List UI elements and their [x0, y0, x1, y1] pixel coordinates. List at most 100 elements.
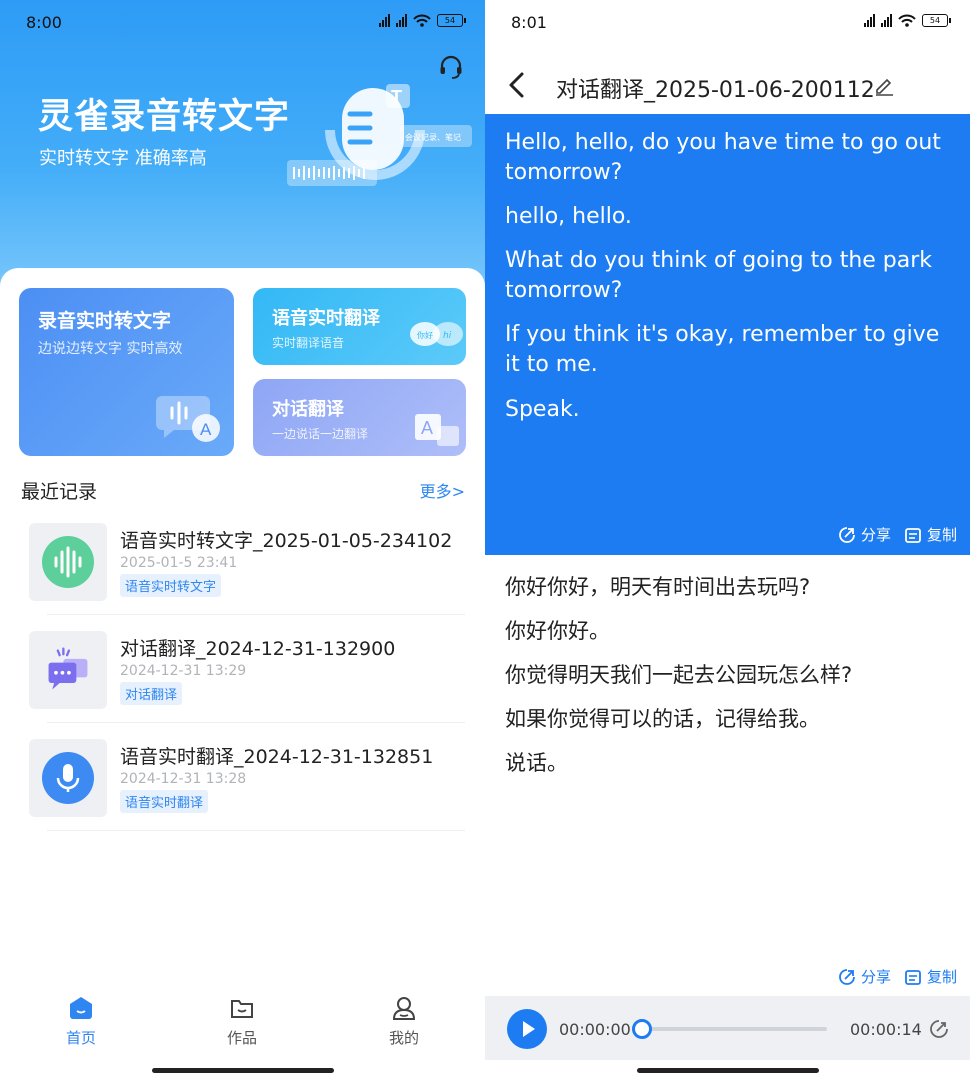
wifi-icon — [413, 14, 431, 27]
signal-icon — [379, 14, 390, 27]
page-title: 对话翻译_2025-01-06-200112 — [556, 78, 875, 103]
dialogue-translate-card[interactable]: 对话翻译 一边说话一边翻译 A — [253, 379, 466, 456]
record-title: 语音实时转文字_2025-01-05-234102 — [120, 530, 453, 552]
list-item[interactable]: 语音实时转文字_2025-01-05-234102 2025-01-5 23:4… — [29, 523, 465, 615]
record-date: 2024-12-31 13:28 — [120, 771, 247, 787]
home-indicator — [152, 1068, 334, 1073]
divider — [47, 614, 465, 615]
english-line: What do you think of going to the park t… — [505, 248, 933, 303]
english-line: Hello, hello, do you have time to go out… — [505, 130, 941, 185]
playback-speed-icon[interactable] — [928, 1018, 950, 1040]
record-thumbnail — [29, 631, 107, 709]
share-button[interactable]: 分享 — [837, 524, 891, 545]
signal-icon — [881, 14, 892, 27]
english-line: hello, hello. — [505, 204, 632, 229]
status-bar: 8:01 54 — [485, 0, 970, 46]
edit-pencil-icon[interactable] — [873, 74, 895, 96]
svg-text:你好: 你好 — [417, 330, 433, 340]
audio-player: 00:00:00 00:00:14 — [485, 996, 970, 1060]
copy-button[interactable]: 复制 — [903, 966, 957, 987]
chat-bubbles-icon — [48, 647, 88, 690]
share-label: 分享 — [861, 968, 892, 986]
list-item[interactable]: 对话翻译_2024-12-31-132900 2024-12-31 13:29 … — [29, 631, 465, 723]
recent-records-title: 最近记录 — [21, 481, 98, 503]
battery-icon: 54 — [922, 14, 951, 27]
record-tag: 语音实时翻译 — [120, 790, 209, 813]
record-date: 2025-01-5 23:41 — [120, 555, 238, 571]
realtime-transcribe-card[interactable]: 录音实时转文字 边说边转文字 实时高效 A — [19, 288, 234, 456]
record-title: 语音实时翻译_2024-12-31-132851 — [120, 746, 434, 768]
progress-knob[interactable] — [632, 1019, 652, 1039]
signal-icon — [396, 14, 407, 27]
copy-icon — [905, 969, 921, 985]
home-indicator — [637, 1068, 819, 1073]
status-time: 8:00 — [26, 13, 62, 32]
card-subtitle: 一边说话一边翻译 — [272, 427, 369, 441]
card-subtitle: 边说边转文字 实时高效 — [38, 341, 183, 357]
sound-wave-a-icon: A — [156, 396, 220, 442]
divider — [47, 722, 465, 723]
record-tag: 对话翻译 — [120, 682, 183, 705]
status-icons: 54 — [864, 14, 951, 27]
realtime-translate-card[interactable]: 语音实时翻译 实时翻译语音 你好 hi — [253, 288, 466, 365]
copy-label: 复制 — [927, 968, 958, 986]
battery-icon: 54 — [437, 14, 466, 27]
chinese-line: 如果你觉得可以的话，记得给我。 — [505, 707, 820, 731]
microphone-icon — [42, 752, 94, 804]
divider — [47, 830, 465, 831]
home-icon — [70, 997, 92, 1019]
chinese-line: 你好你好，明天有时间出去玩吗? — [505, 575, 811, 599]
card-title: 录音实时转文字 — [38, 310, 172, 332]
english-translation-panel: Hello, hello, do you have time to go out… — [485, 114, 970, 555]
svg-text:A: A — [421, 418, 433, 438]
more-link[interactable]: 更多> — [420, 478, 465, 502]
illustration-tag: 会议记录、笔记 — [405, 132, 461, 142]
share-icon — [839, 968, 855, 985]
progress-track[interactable] — [639, 1027, 827, 1031]
status-bar: 8:00 54 — [0, 0, 485, 46]
top-nav: 对话翻译_2025-01-06-200112 — [485, 58, 970, 114]
svg-text:hi: hi — [443, 331, 452, 341]
sound-wave-icon — [42, 536, 94, 588]
bottom-tab-bar: 首页 作品 我的 — [0, 985, 485, 1055]
current-time: 00:00:00 — [559, 1020, 631, 1039]
list-item[interactable]: 语音实时翻译_2024-12-31-132851 2024-12-31 13:2… — [29, 739, 465, 831]
signal-icon — [864, 14, 875, 27]
tab-label: 首页 — [65, 1029, 96, 1047]
share-icon — [839, 526, 855, 543]
microphone-illustration: T 会议记录、笔记 — [287, 84, 472, 186]
play-icon — [523, 1021, 535, 1037]
headset-icon[interactable] — [438, 54, 464, 80]
dialogue-a-icon: A — [415, 414, 459, 446]
card-title: 语音实时翻译 — [272, 308, 380, 329]
tab-label: 我的 — [388, 1029, 419, 1047]
chinese-line: 说话。 — [505, 751, 568, 775]
record-thumbnail — [29, 739, 107, 817]
card-subtitle: 实时翻译语音 — [272, 336, 345, 350]
folder-icon — [231, 1000, 253, 1018]
record-tag: 语音实时转文字 — [120, 574, 222, 597]
record-title: 对话翻译_2024-12-31-132900 — [120, 638, 396, 660]
back-arrow-icon[interactable] — [505, 70, 529, 100]
share-button[interactable]: 分享 — [837, 966, 891, 987]
tab-works[interactable]: 作品 — [202, 995, 282, 1048]
tab-home[interactable]: 首页 — [41, 995, 121, 1048]
english-line: Speak. — [505, 397, 580, 422]
copy-button[interactable]: 复制 — [903, 524, 957, 545]
wifi-icon — [898, 14, 916, 27]
card-title: 对话翻译 — [272, 399, 344, 420]
record-date: 2024-12-31 13:29 — [120, 663, 247, 679]
profile-icon — [392, 997, 416, 1020]
chinese-line: 你好你好。 — [505, 619, 610, 643]
english-line: If you think it's okay, remember to give… — [505, 322, 940, 377]
home-screen: 8:00 54 灵雀录音转文字 实时转文字 准确率高 T 会议记录、笔记 录音实… — [0, 0, 485, 1080]
copy-label: 复制 — [927, 526, 958, 544]
play-button[interactable] — [507, 1009, 547, 1049]
tab-label: 作品 — [226, 1029, 257, 1047]
app-subtitle: 实时转文字 准确率高 — [39, 148, 207, 169]
share-label: 分享 — [861, 526, 892, 544]
tab-profile[interactable]: 我的 — [364, 995, 444, 1048]
status-icons: 54 — [379, 14, 466, 27]
translate-bubbles-icon: 你好 hi — [410, 322, 463, 346]
svg-text:A: A — [200, 420, 212, 439]
